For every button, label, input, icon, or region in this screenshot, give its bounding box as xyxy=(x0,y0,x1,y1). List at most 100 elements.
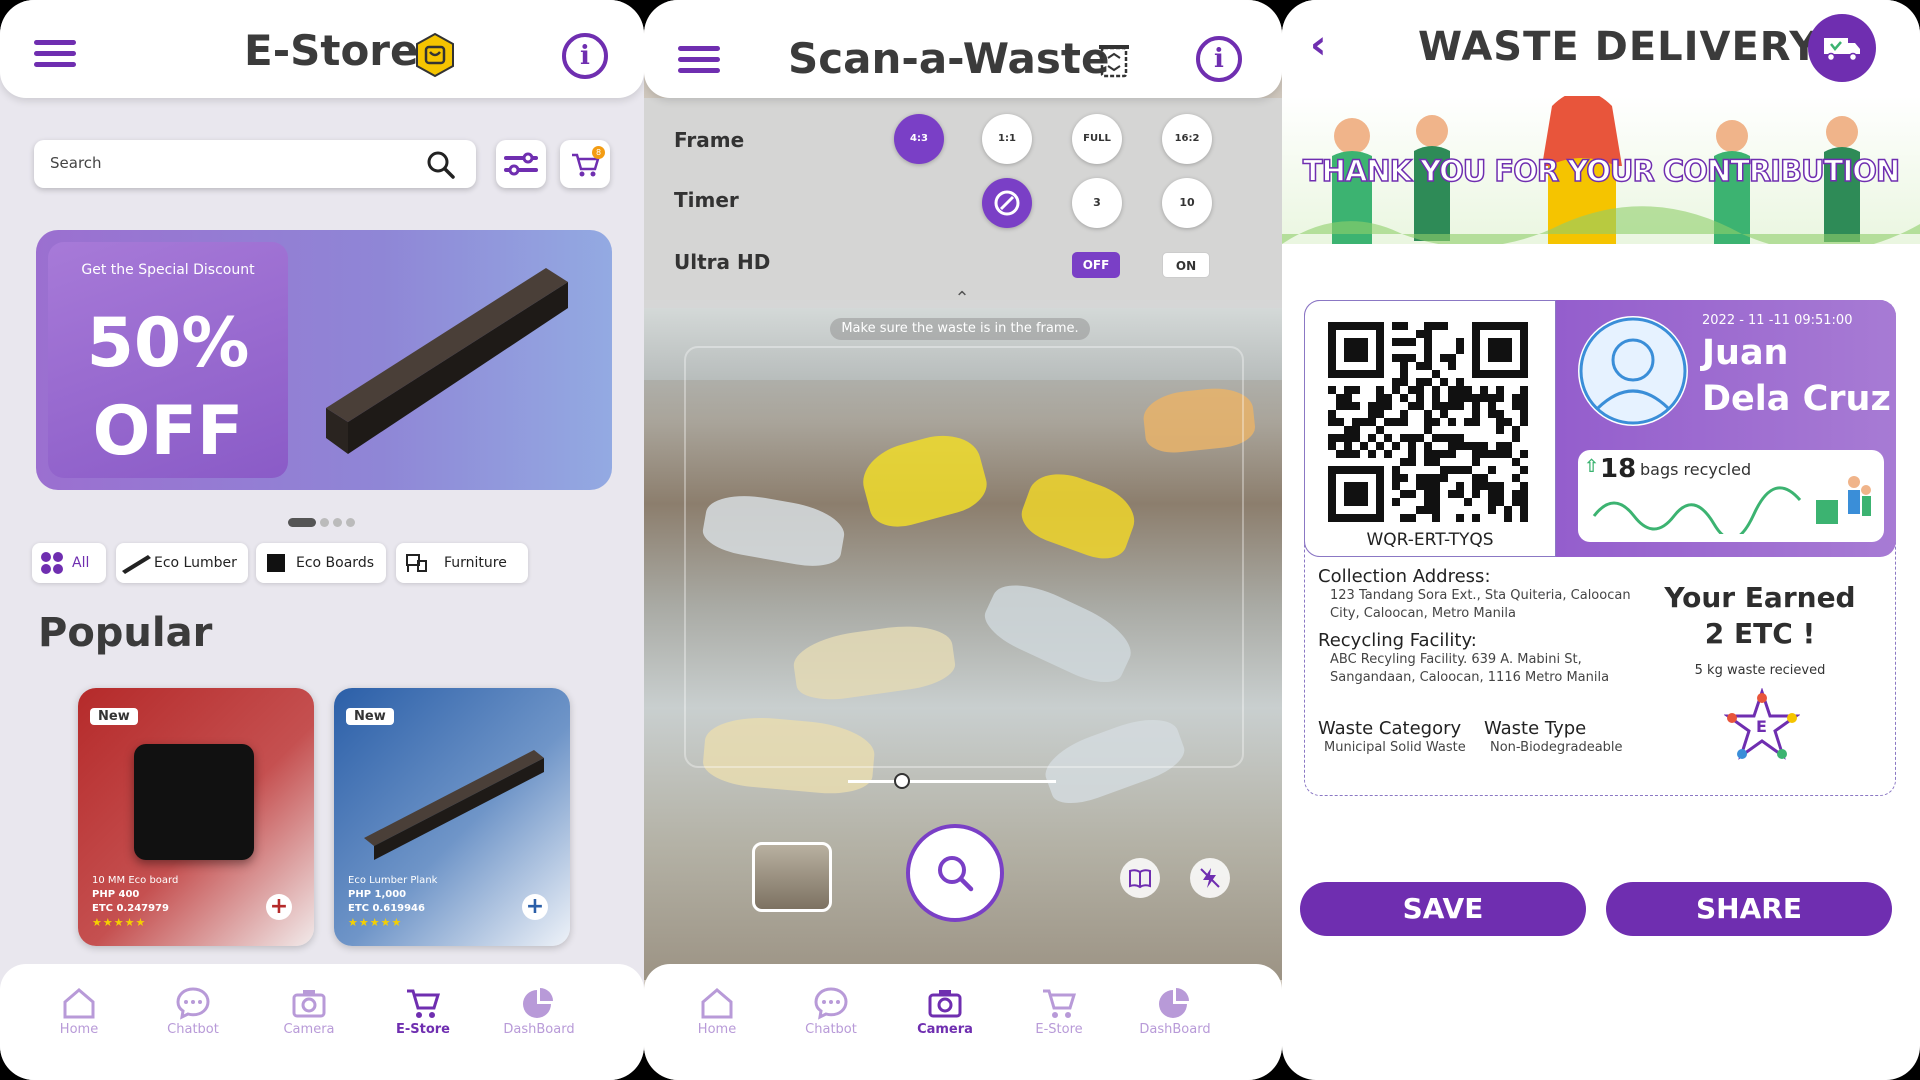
search-input[interactable]: Search xyxy=(34,140,476,188)
facility-info: Recycling Facility: ABC Recyling Facilit… xyxy=(1318,630,1618,687)
search-icon[interactable] xyxy=(426,150,456,180)
nav-label: Chatbot xyxy=(805,1022,857,1037)
earned-title: Your Earned xyxy=(1664,581,1856,614)
frame-4-3-button[interactable]: 4:3 xyxy=(894,114,944,164)
delivery-header: ‹ WASTE DELIVERY xyxy=(1282,0,1920,96)
timer-off-button[interactable] xyxy=(982,178,1032,228)
filter-button[interactable] xyxy=(496,140,546,188)
store-badge-icon xyxy=(416,32,454,78)
share-button[interactable]: SHARE xyxy=(1606,882,1892,936)
category-eco-boards[interactable]: Eco Boards xyxy=(256,543,386,583)
product-meta: Eco Lumber Plank PHP 1,000 ETC 0.619946 … xyxy=(348,874,437,930)
nav-label: E-Store xyxy=(1035,1022,1083,1037)
grid-icon xyxy=(41,552,63,574)
user-icon xyxy=(1579,317,1687,425)
scan-shutter-button[interactable] xyxy=(906,824,1004,922)
carousel-dots[interactable] xyxy=(288,512,359,531)
category-furniture[interactable]: Furniture xyxy=(396,543,528,583)
logo-letter: E xyxy=(1756,717,1767,736)
cart-button[interactable]: 8 xyxy=(560,140,610,188)
guide-book-button[interactable] xyxy=(1120,858,1160,898)
nav-chatbot[interactable]: Chatbot xyxy=(786,986,876,1037)
type-value: Non-Biodegradeable xyxy=(1490,740,1623,755)
nav-home[interactable]: Home xyxy=(672,986,762,1037)
product-meta: 10 MM Eco board PHP 400 ETC 0.247979 ★★★… xyxy=(92,874,178,930)
nav-estore[interactable]: E-Store xyxy=(378,986,468,1037)
scan-header: Scan-a-Waste i xyxy=(644,0,1282,98)
user-name: Juan Dela Cruz xyxy=(1702,330,1891,422)
nav-dashboard[interactable]: DashBoard xyxy=(494,986,584,1037)
type-info: Waste Type Non-Biodegradeable xyxy=(1484,718,1654,757)
nav-label: Home xyxy=(697,1022,737,1037)
filter-icon xyxy=(504,152,538,176)
qr-code[interactable] xyxy=(1328,322,1528,522)
ultra-hd-off-toggle[interactable]: OFF xyxy=(1072,252,1120,278)
promo-kicker: Get the Special Discount xyxy=(81,262,255,278)
product-etc: ETC 0.247979 xyxy=(92,903,169,914)
nav-camera[interactable]: Camera xyxy=(264,986,354,1037)
user-first-name: Juan xyxy=(1702,333,1789,373)
frame-16-2-button[interactable]: 16:2 xyxy=(1162,114,1212,164)
avatar xyxy=(1578,316,1688,426)
category-label: Furniture xyxy=(444,555,507,571)
back-chevron-icon[interactable]: ‹ xyxy=(1310,22,1326,68)
frame-full-button[interactable]: FULL xyxy=(1072,114,1122,164)
timer-10-button[interactable]: 10 xyxy=(1162,178,1212,228)
zoom-slider-thumb[interactable] xyxy=(894,773,910,789)
page-title: Scan-a-Waste xyxy=(788,34,1110,83)
frame-hint: Make sure the waste is in the frame. xyxy=(830,318,1090,340)
product-price: PHP 400 xyxy=(92,889,140,900)
thank-you-banner: THANK YOU FOR YOUR CONTRIBUTION xyxy=(1282,96,1920,244)
earned-summary: Your Earned 2 ETC ! 5 kg waste recieved xyxy=(1660,580,1860,680)
category-label: Eco Lumber xyxy=(154,555,237,571)
eco-board-image xyxy=(134,744,254,860)
camera-settings-panel: Frame Timer Ultra HD 4:3 1:1 FULL 16:2 3… xyxy=(644,98,1282,309)
timestamp: 2022 - 11 -11 09:51:00 xyxy=(1702,313,1853,328)
nav-camera[interactable]: Camera xyxy=(900,986,990,1037)
new-badge: New xyxy=(346,708,394,725)
promo-banner[interactable]: Get the Special Discount 50% OFF xyxy=(36,230,612,490)
delivery-truck-button[interactable] xyxy=(1808,14,1876,82)
gallery-thumbnail[interactable] xyxy=(752,842,832,912)
product-card[interactable]: New 10 MM Eco board PHP 400 ETC 0.247979… xyxy=(78,688,314,946)
add-to-cart-button[interactable]: + xyxy=(266,894,292,920)
frame-1-1-button[interactable]: 1:1 xyxy=(982,114,1032,164)
zoom-slider[interactable] xyxy=(848,773,1056,789)
menu-icon[interactable] xyxy=(34,40,76,67)
user-last-name: Dela Cruz xyxy=(1702,379,1891,419)
info-icon[interactable]: i xyxy=(562,33,608,79)
flash-off-icon xyxy=(1200,868,1220,888)
cart-icon xyxy=(1043,989,1077,1018)
collection-info: Collection Address: 123 Tandang Sora Ext… xyxy=(1318,566,1648,623)
frame-label: Frame xyxy=(674,128,745,152)
search-placeholder: Search xyxy=(50,154,102,172)
collapse-chevron-icon[interactable]: ⌃ xyxy=(952,288,972,309)
rating-stars: ★★★★★ xyxy=(92,916,147,929)
nav-estore[interactable]: E-Store xyxy=(1014,986,1104,1037)
category-all[interactable]: All xyxy=(32,543,106,583)
category-value: Municipal Solid Waste xyxy=(1324,740,1466,755)
nav-label: Camera xyxy=(917,1022,973,1037)
bags-recycled-card: ⇧ 18 bags recycled xyxy=(1578,450,1884,542)
eco-lumber-image xyxy=(326,268,568,454)
flash-button[interactable] xyxy=(1190,858,1230,898)
product-card[interactable]: New Eco Lumber Plank PHP 1,000 ETC 0.619… xyxy=(334,688,570,946)
arrow-up-icon: ⇧ xyxy=(1584,456,1600,477)
estore-screen: E-Store i Search 8 Get the Special Disco… xyxy=(0,0,644,1080)
nav-dashboard[interactable]: DashBoard xyxy=(1130,986,1220,1037)
info-icon[interactable]: i xyxy=(1196,36,1242,82)
add-to-cart-button[interactable]: + xyxy=(522,894,548,920)
nav-chatbot[interactable]: Chatbot xyxy=(148,986,238,1037)
timer-3-button[interactable]: 3 xyxy=(1072,178,1122,228)
save-button[interactable]: SAVE xyxy=(1300,882,1586,936)
nav-home[interactable]: Home xyxy=(34,986,124,1037)
nav-label: E-Store xyxy=(395,1022,450,1037)
category-eco-lumber[interactable]: Eco Lumber xyxy=(116,543,248,583)
ultra-hd-on-toggle[interactable]: ON xyxy=(1162,252,1210,278)
board-icon xyxy=(267,554,285,572)
menu-icon[interactable] xyxy=(678,46,720,73)
delivery-screen: ‹ WASTE DELIVERY THANK YOU FOR YOUR CONT… xyxy=(1282,0,1920,1080)
search-icon xyxy=(938,856,974,892)
product-name: Eco Lumber Plank xyxy=(348,875,438,886)
waste-received: 5 kg waste recieved xyxy=(1694,663,1826,678)
